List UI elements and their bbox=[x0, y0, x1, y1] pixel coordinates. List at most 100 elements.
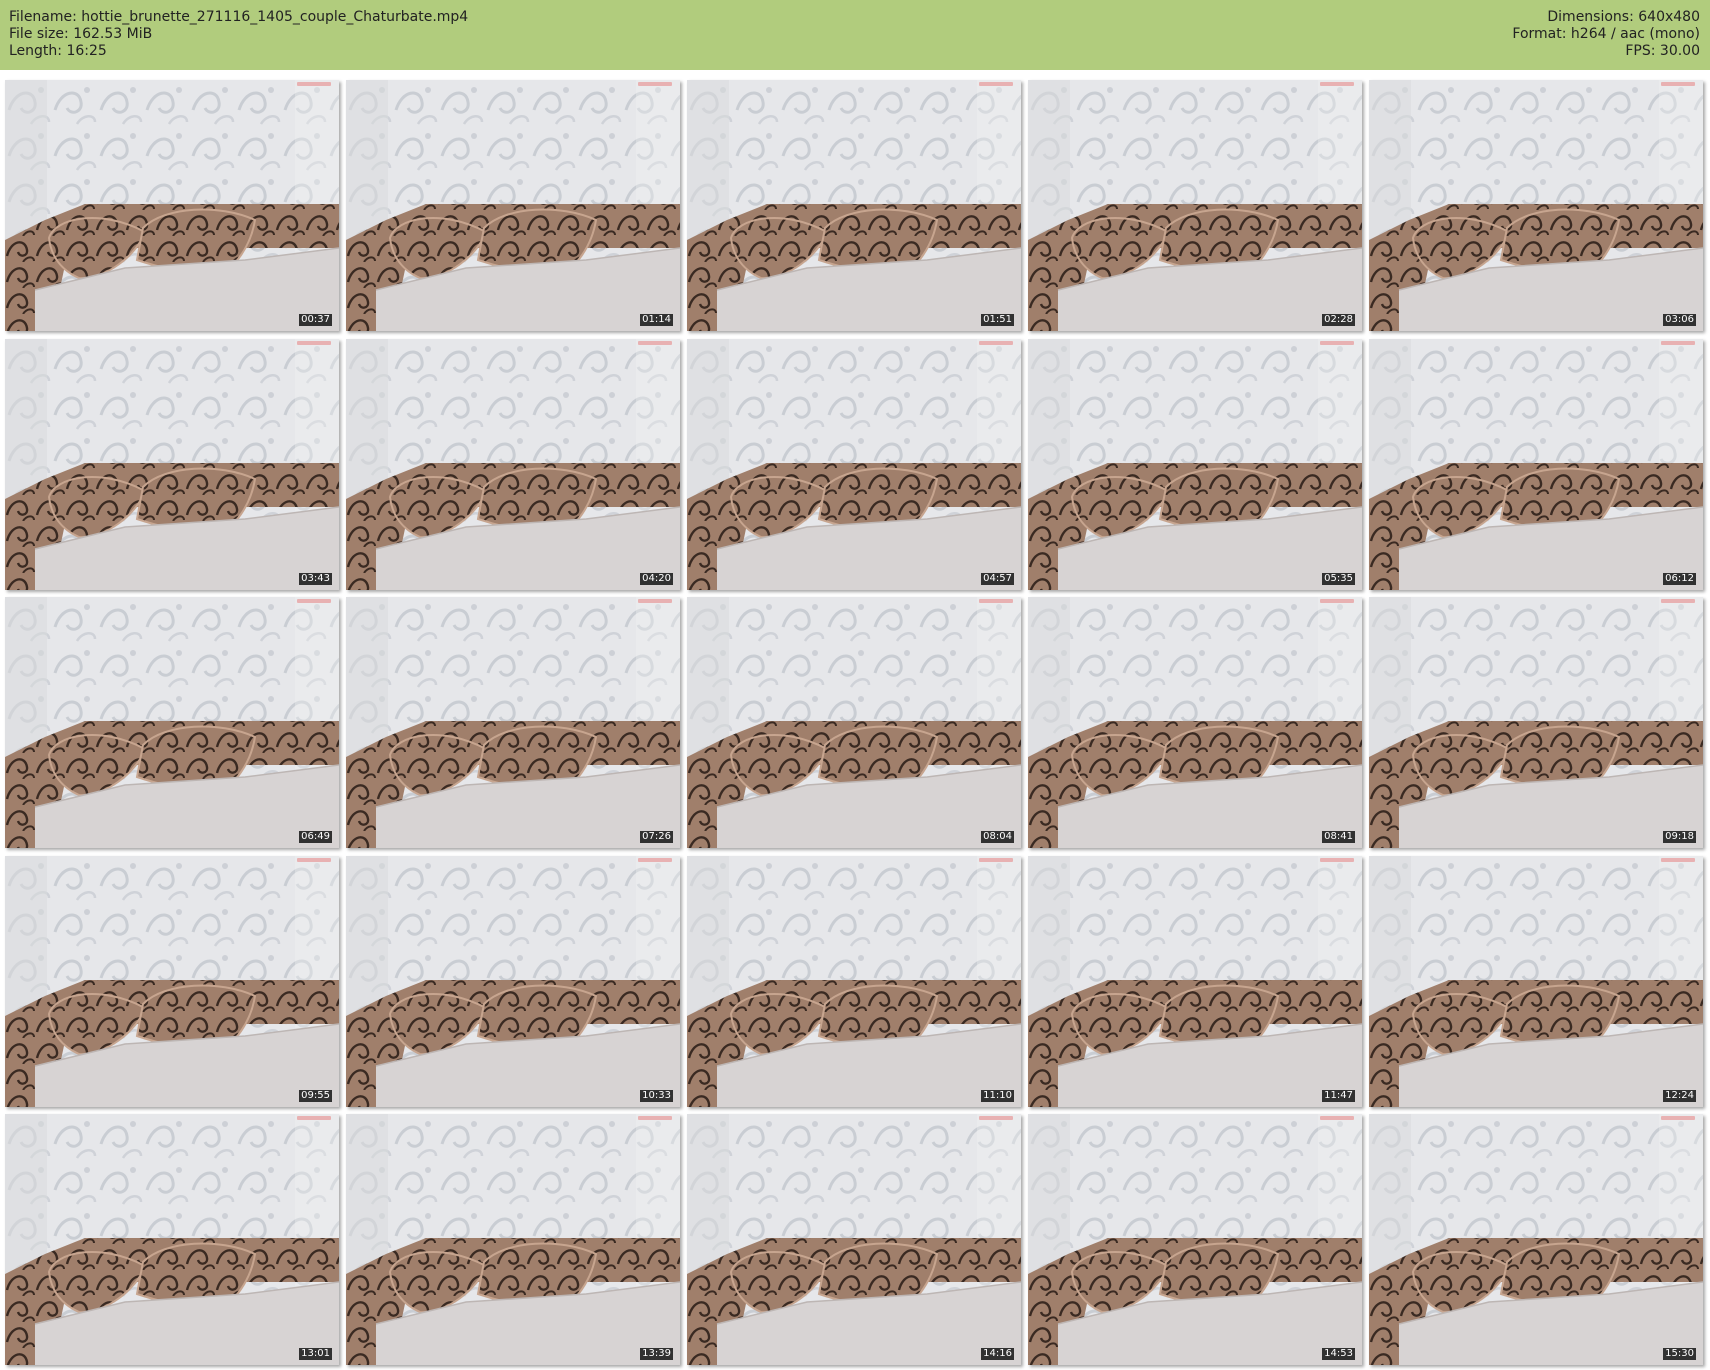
thumbnail-frame[interactable]: 15:30 bbox=[1369, 1114, 1703, 1365]
watermark-logo bbox=[1661, 1116, 1695, 1120]
watermark-logo bbox=[297, 857, 331, 862]
room-scene bbox=[1369, 80, 1703, 331]
timestamp-label: 12:24 bbox=[1663, 1089, 1696, 1102]
watermark-logo bbox=[979, 857, 1013, 862]
room-scene bbox=[5, 855, 339, 1107]
timestamp-label: 03:06 bbox=[1663, 314, 1696, 326]
watermark-logo bbox=[297, 82, 331, 86]
watermark-logo bbox=[1320, 82, 1354, 86]
room-scene bbox=[5, 597, 339, 848]
dimensions-text: Dimensions: 640x480 bbox=[1547, 9, 1700, 25]
room-scene bbox=[346, 597, 680, 848]
thumbnail-frame[interactable]: 14:16 bbox=[687, 1114, 1021, 1365]
timestamp-label: 03:43 bbox=[299, 572, 332, 585]
room-scene bbox=[1028, 855, 1362, 1107]
room-scene bbox=[1028, 1114, 1362, 1365]
file-info-left: Filename: hottie_brunette_271116_1405_co… bbox=[9, 9, 468, 60]
watermark-logo bbox=[1661, 82, 1695, 86]
thumbnail-frame[interactable]: 01:14 bbox=[346, 80, 680, 331]
thumbnail-frame[interactable]: 07:26 bbox=[346, 597, 680, 848]
watermark-logo bbox=[1661, 857, 1695, 862]
thumbnail-frame[interactable]: 10:33 bbox=[346, 855, 680, 1107]
thumbnail-frame[interactable]: 13:39 bbox=[346, 1114, 680, 1365]
watermark-logo bbox=[1661, 340, 1695, 345]
watermark-logo bbox=[979, 82, 1013, 86]
watermark-logo bbox=[297, 599, 331, 603]
room-scene bbox=[687, 338, 1021, 590]
timestamp-label: 06:12 bbox=[1663, 572, 1696, 585]
thumbnail-frame[interactable]: 04:20 bbox=[346, 338, 680, 590]
watermark-logo bbox=[1320, 1116, 1354, 1120]
timestamp-label: 09:55 bbox=[299, 1089, 332, 1102]
thumbnail-frame[interactable]: 00:37 bbox=[5, 80, 339, 331]
watermark-logo bbox=[1320, 857, 1354, 862]
timestamp-label: 11:47 bbox=[1322, 1089, 1355, 1102]
room-scene bbox=[5, 1114, 339, 1365]
timestamp-label: 07:26 bbox=[640, 831, 673, 843]
thumbnail-frame[interactable]: 09:55 bbox=[5, 855, 339, 1107]
thumbnail-frame[interactable]: 13:01 bbox=[5, 1114, 339, 1365]
room-scene bbox=[1028, 338, 1362, 590]
fps-text: FPS: 30.00 bbox=[1625, 43, 1700, 59]
room-scene bbox=[5, 80, 339, 331]
room-scene bbox=[346, 1114, 680, 1365]
room-scene bbox=[1369, 855, 1703, 1107]
timestamp-label: 04:20 bbox=[640, 572, 673, 585]
timestamp-label: 14:16 bbox=[981, 1348, 1014, 1360]
thumbnail-frame[interactable]: 02:28 bbox=[1028, 80, 1362, 331]
thumbnail-frame[interactable]: 08:41 bbox=[1028, 597, 1362, 848]
timestamp-label: 15:30 bbox=[1663, 1348, 1696, 1360]
room-scene bbox=[1369, 1114, 1703, 1365]
room-scene bbox=[687, 80, 1021, 331]
thumbnail-frame[interactable]: 01:51 bbox=[687, 80, 1021, 331]
length-text: Length: 16:25 bbox=[9, 43, 107, 59]
timestamp-label: 10:33 bbox=[640, 1089, 673, 1102]
room-scene bbox=[346, 80, 680, 331]
room-scene bbox=[1369, 338, 1703, 590]
thumbnail-grid: 00:37 01:14 01:51 02:28 03:06 03:43 04:2… bbox=[5, 80, 1705, 1365]
watermark-logo bbox=[297, 340, 331, 345]
timestamp-label: 08:41 bbox=[1322, 831, 1355, 843]
thumbnail-frame[interactable]: 03:06 bbox=[1369, 80, 1703, 331]
thumbnail-frame[interactable]: 04:57 bbox=[687, 338, 1021, 590]
timestamp-label: 06:49 bbox=[299, 831, 332, 843]
watermark-logo bbox=[1320, 340, 1354, 345]
file-info-right: Dimensions: 640x480 Format: h264 / aac (m… bbox=[1512, 9, 1700, 60]
thumbnail-frame[interactable]: 11:10 bbox=[687, 855, 1021, 1107]
watermark-logo bbox=[638, 340, 672, 345]
info-header: Filename: hottie_brunette_271116_1405_co… bbox=[0, 0, 1710, 70]
timestamp-label: 13:01 bbox=[299, 1348, 332, 1360]
watermark-logo bbox=[638, 599, 672, 603]
room-scene bbox=[1028, 597, 1362, 848]
thumbnail-frame[interactable]: 05:35 bbox=[1028, 338, 1362, 590]
watermark-logo bbox=[979, 340, 1013, 345]
room-scene bbox=[346, 855, 680, 1107]
filename-text: Filename: hottie_brunette_271116_1405_co… bbox=[9, 9, 469, 25]
thumbnail-frame[interactable]: 03:43 bbox=[5, 338, 339, 590]
room-scene bbox=[1028, 80, 1362, 331]
timestamp-label: 04:57 bbox=[981, 572, 1014, 585]
room-scene bbox=[1369, 597, 1703, 848]
timestamp-label: 14:53 bbox=[1322, 1348, 1355, 1360]
thumbnail-frame[interactable]: 12:24 bbox=[1369, 855, 1703, 1107]
watermark-logo bbox=[1320, 599, 1354, 603]
watermark-logo bbox=[638, 82, 672, 86]
timestamp-label: 13:39 bbox=[640, 1348, 673, 1360]
thumbnail-frame[interactable]: 09:18 bbox=[1369, 597, 1703, 848]
thumbnail-frame[interactable]: 06:12 bbox=[1369, 338, 1703, 590]
timestamp-label: 01:14 bbox=[640, 314, 673, 326]
watermark-logo bbox=[638, 857, 672, 862]
timestamp-label: 08:04 bbox=[981, 831, 1014, 843]
room-scene bbox=[687, 597, 1021, 848]
thumbnail-frame[interactable]: 14:53 bbox=[1028, 1114, 1362, 1365]
watermark-logo bbox=[297, 1116, 331, 1120]
room-scene bbox=[687, 855, 1021, 1107]
timestamp-label: 00:37 bbox=[299, 314, 332, 326]
timestamp-label: 09:18 bbox=[1663, 831, 1696, 843]
thumbnail-frame[interactable]: 08:04 bbox=[687, 597, 1021, 848]
timestamp-label: 01:51 bbox=[981, 314, 1014, 326]
thumbnail-frame[interactable]: 11:47 bbox=[1028, 855, 1362, 1107]
thumbnail-frame[interactable]: 06:49 bbox=[5, 597, 339, 848]
timestamp-label: 05:35 bbox=[1322, 572, 1355, 585]
room-scene bbox=[687, 1114, 1021, 1365]
